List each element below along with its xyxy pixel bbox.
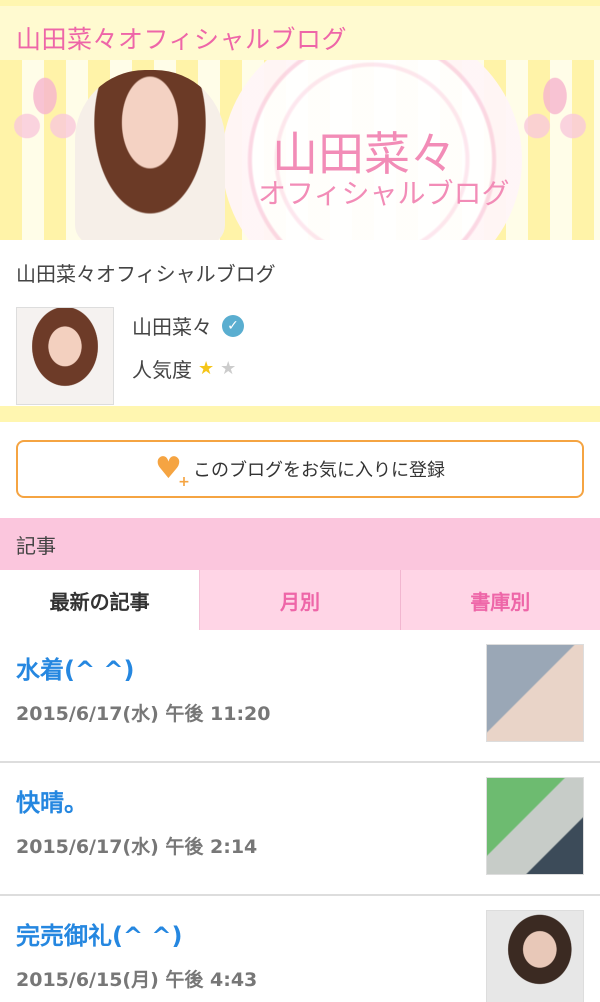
star-empty-icon: ★ (220, 358, 237, 379)
article-thumbnail[interactable] (486, 777, 584, 875)
ribbon-decoration-right (510, 66, 600, 166)
article-list: 水着(^ ^) 2015/6/17(水) 午後 11:20 快晴。 2015/6… (0, 630, 600, 1002)
article-item[interactable]: 水着(^ ^) 2015/6/17(水) 午後 11:20 (0, 630, 600, 763)
tab-archive[interactable]: 書庫別 (399, 570, 600, 630)
tab-monthly[interactable]: 月別 (200, 570, 399, 630)
add-to-favorites-button[interactable]: ♥ + このブログをお気に入りに登録 (16, 440, 584, 498)
author-name-row: 山田菜々 ✓ (132, 311, 244, 340)
article-thumbnail[interactable] (486, 910, 584, 1002)
article-tabs: 最新の記事 月別 書庫別 (0, 570, 600, 630)
popularity-row: 人気度 ★ ★ (132, 354, 244, 383)
article-thumbnail[interactable] (486, 644, 584, 742)
article-date: 2015/6/17(水) 午後 11:20 (16, 703, 271, 725)
profile-blog-name: 山田菜々オフィシャルブログ (16, 262, 276, 286)
article-title[interactable]: 完売御礼(^ ^) (16, 916, 257, 951)
article-item[interactable]: 完売御礼(^ ^) 2015/6/15(月) 午後 4:43 (0, 896, 600, 1002)
article-date: 2015/6/17(水) 午後 2:14 (16, 836, 258, 858)
article-title[interactable]: 水着(^ ^) (16, 650, 271, 685)
article-item[interactable]: 快晴。 2015/6/17(水) 午後 2:14 (0, 763, 600, 896)
author-avatar[interactable] (16, 307, 114, 405)
favorite-label: このブログをお気に入りに登録 (193, 460, 445, 481)
popularity-label: 人気度 (132, 358, 192, 382)
article-date: 2015/6/15(月) 午後 4:43 (16, 969, 258, 991)
star-filled-icon: ★ (198, 358, 215, 379)
top-bar: 山田菜々オフィシャルブログ (0, 0, 600, 60)
blog-title[interactable]: 山田菜々オフィシャルブログ (16, 20, 584, 56)
author-name[interactable]: 山田菜々 (132, 311, 212, 340)
favorite-wrapper: ♥ + このブログをお気に入りに登録 (0, 422, 600, 516)
heart-plus-icon: ♥ + (155, 451, 191, 490)
tab-latest[interactable]: 最新の記事 (0, 570, 201, 630)
blog-banner[interactable]: 山田菜々 オフィシャルブログ (0, 60, 600, 240)
article-title[interactable]: 快晴。 (16, 783, 257, 818)
check-icon: ✓ (222, 314, 244, 337)
profile-section: 山田菜々オフィシャルブログ 山田菜々 ✓ 人気度 ★ ★ (0, 240, 600, 422)
banner-portrait-image (75, 70, 225, 240)
banner-title-subtitle: オフィシャルブログ (258, 177, 510, 210)
articles-section-heading: 記事 (0, 518, 600, 570)
